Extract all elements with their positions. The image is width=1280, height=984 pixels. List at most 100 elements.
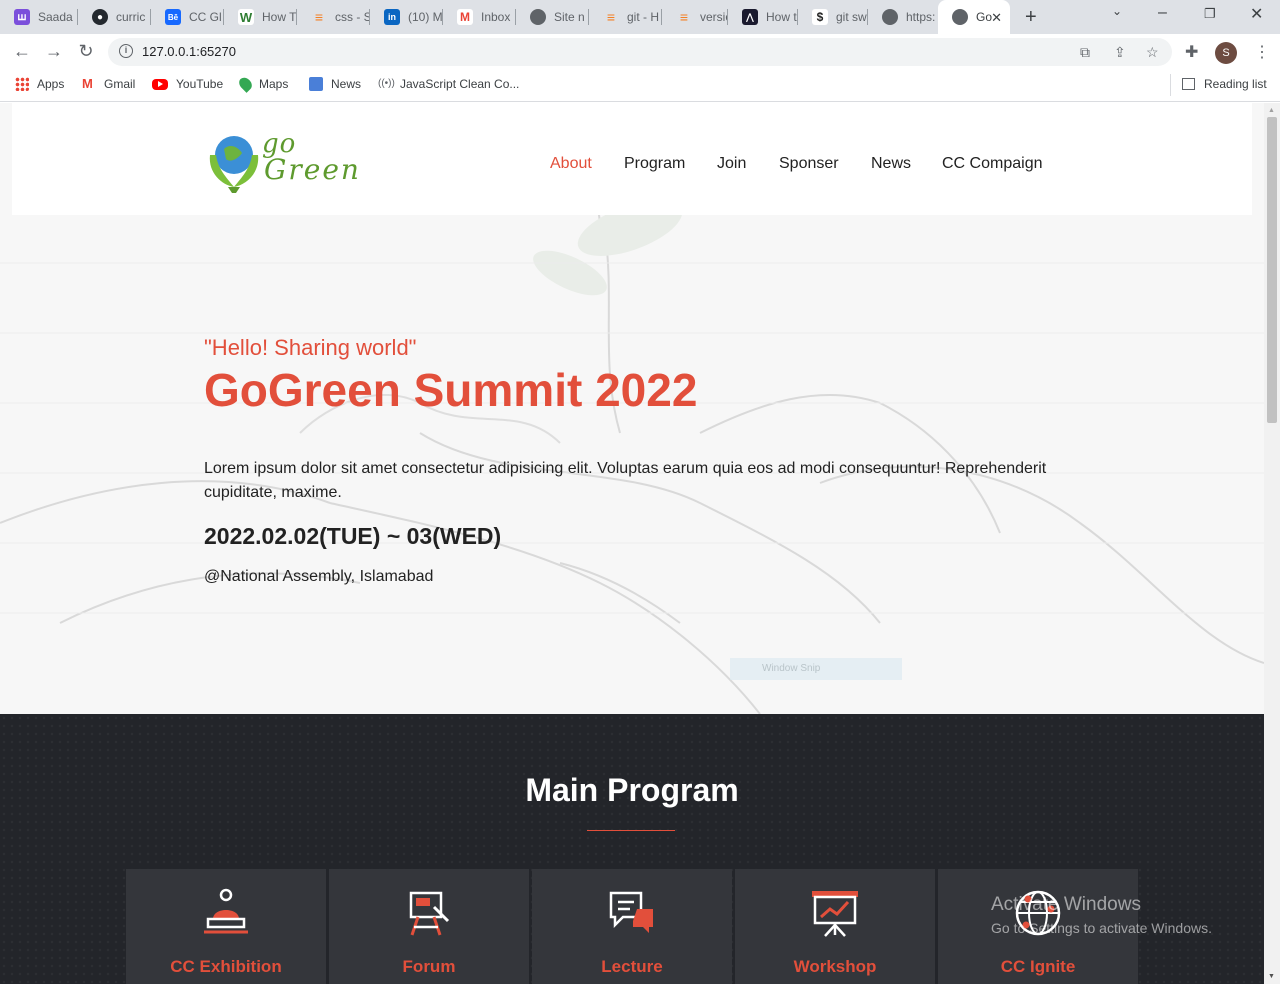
nav-sponser[interactable]: Sponser [779, 155, 839, 173]
presentation-board-icon [812, 891, 858, 937]
close-window-icon[interactable]: ✕ [1250, 4, 1263, 24]
tab-title: How T [262, 10, 297, 24]
card-label: CC Ignite [1000, 957, 1076, 976]
back-arrow-icon[interactable]: ← [11, 41, 33, 62]
site-info-icon[interactable]: i [119, 44, 133, 58]
tab-title: css - S [335, 10, 370, 24]
github-icon: ● [92, 9, 108, 25]
bookmark-youtube[interactable]: YouTube [152, 77, 223, 91]
browser-tab[interactable]: ⋀ How t [728, 0, 798, 34]
easel-icon [409, 891, 450, 936]
event-dates: 2022.02.02(TUE) ~ 03(WED) [204, 523, 502, 549]
maps-pin-icon [236, 75, 255, 93]
nav-cc-compaign[interactable]: CC Compaign [942, 155, 1042, 173]
browser-tab[interactable]: W How T [224, 0, 297, 34]
event-venue: @National Assembly, Islamabad [204, 568, 434, 585]
bookmark-news[interactable]: News [309, 77, 361, 91]
restore-icon[interactable]: ❐ [1204, 6, 1216, 22]
globe-icon [952, 9, 968, 25]
url-text[interactable]: 127.0.0.1:65270 [142, 44, 236, 59]
browser-tab[interactable]: ≡ versio [662, 0, 728, 34]
share-icon[interactable]: ⇪ [1114, 44, 1126, 61]
behance-icon: Bē [165, 9, 181, 25]
bookmark-star-icon[interactable]: ☆ [1146, 44, 1159, 61]
nav-news[interactable]: News [871, 155, 911, 173]
page-viewport: go Green About Program Join Sponser News… [0, 103, 1264, 984]
card-label: Forum [402, 957, 456, 976]
gmail-icon: M [82, 76, 93, 91]
minimize-icon[interactable]: – [1158, 4, 1167, 22]
close-tab-icon[interactable]: ✕ [991, 10, 1002, 26]
extensions-puzzle-icon[interactable]: ✚ [1185, 42, 1198, 62]
tab-search-chevron-icon[interactable]: ⌄ [1112, 4, 1122, 18]
windows-activation-watermark: Activate Windows Go to Settings to activ… [991, 894, 1212, 936]
card-label: CC Exhibition [170, 957, 282, 976]
browser-tab[interactable]: M Inbox [443, 0, 516, 34]
exhibition-icon [204, 888, 248, 934]
logo-wordmark: go Green [262, 129, 361, 186]
youtube-icon [152, 78, 168, 90]
profile-avatar[interactable]: S [1215, 42, 1237, 64]
tab-strip: ꟺ Saada ● curric Bē CC Gl W How T ≡ css … [0, 0, 1280, 34]
globe-icon [882, 9, 898, 25]
hero-title: GoGreen Summit 2022 [204, 364, 698, 416]
tab-title: Saada [38, 10, 73, 24]
tab-title: https: [906, 10, 936, 24]
nav-join[interactable]: Join [717, 155, 746, 173]
hero-tagline: "Hello! Sharing world" [204, 335, 417, 360]
stackoverflow-icon: ≡ [679, 9, 689, 25]
bookmarks-divider [1170, 74, 1171, 96]
title-underline [587, 830, 675, 831]
translate-icon[interactable]: ⧉ [1080, 44, 1090, 61]
bookmark-maps[interactable]: Maps [236, 75, 288, 93]
tab-title: CC Gl [189, 10, 222, 24]
program-card-lecture[interactable]: Lecture [532, 869, 732, 984]
reading-list-button[interactable]: Reading list [1182, 77, 1267, 91]
linkedin-icon: in [384, 9, 400, 25]
tab-title: curric [116, 10, 146, 24]
new-tab-icon[interactable]: + [1025, 6, 1037, 29]
reload-icon[interactable]: ↻ [75, 41, 97, 62]
scroll-up-arrow-icon[interactable]: ▲ [1268, 107, 1275, 114]
tab-title: How t [766, 10, 797, 24]
program-card-cc-exhibition[interactable]: CC Exhibition [126, 869, 326, 984]
tab-title: git - H [627, 10, 660, 24]
hero-section: go Green About Program Join Sponser News… [0, 103, 1264, 714]
bookmark-gmail[interactable]: M Gmail [82, 76, 135, 92]
news-icon [309, 77, 323, 91]
browser-tab[interactable]: ● curric [78, 0, 151, 34]
browser-tab[interactable]: ꟺ Saada [0, 0, 78, 34]
browser-tab[interactable]: https: [868, 0, 938, 34]
browser-menu-icon[interactable]: ⋮ [1254, 42, 1270, 62]
tab-title: Go [976, 10, 993, 24]
tab-title: Site n [554, 10, 585, 24]
page-scrollbar[interactable]: ▲ ▼ [1264, 103, 1280, 984]
window-snip-overlay: Window Snip [730, 658, 902, 680]
browser-tab[interactable]: in (10) M [370, 0, 443, 34]
gogreen-logo[interactable]: go Green [204, 125, 364, 195]
browser-tab[interactable]: ≡ git - H [589, 0, 662, 34]
bookmark-apps[interactable]: Apps [15, 77, 64, 91]
scroll-down-arrow-icon[interactable]: ▼ [1268, 973, 1275, 980]
globe-icon [530, 9, 546, 25]
browser-tab[interactable]: ≡ css - S [297, 0, 370, 34]
site-header: go Green About Program Join Sponser News… [12, 103, 1252, 215]
forward-arrow-icon[interactable]: → [43, 41, 65, 62]
browser-tab[interactable]: $ git sw [798, 0, 868, 34]
gmail-icon: M [457, 9, 473, 25]
browser-tab-active[interactable]: Go ✕ [938, 0, 1010, 34]
omnibox[interactable]: i 127.0.0.1:65270 ⧉ ⇪ ☆ [108, 38, 1172, 66]
browser-tab[interactable]: Bē CC Gl [151, 0, 224, 34]
nav-program[interactable]: Program [624, 155, 685, 173]
bookmark-javascript-clean-code[interactable]: ((•)) JavaScript Clean Co... [378, 77, 519, 91]
chat-bubbles-icon [609, 891, 653, 933]
scrollbar-thumb[interactable] [1267, 117, 1277, 423]
stackoverflow-icon: ≡ [314, 9, 324, 25]
browser-tab[interactable]: Site n [516, 0, 589, 34]
tab-title: versio [700, 10, 728, 24]
program-card-workshop[interactable]: Workshop [735, 869, 935, 984]
program-card-forum[interactable]: Forum [329, 869, 529, 984]
stackoverflow-icon: ≡ [606, 9, 616, 25]
globe-hands-icon [209, 136, 259, 193]
nav-about[interactable]: About [550, 155, 592, 173]
